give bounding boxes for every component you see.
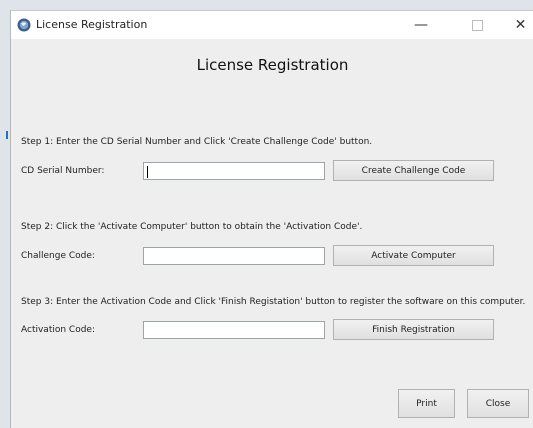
close-window-button[interactable]: ✕ [507, 11, 533, 39]
maximize-icon [471, 19, 483, 31]
window-edge-marker [6, 131, 8, 139]
activation-code-field[interactable] [143, 321, 325, 339]
license-registration-window: License Registration — ✕ License Registr… [10, 10, 533, 428]
step-1-instruction: Step 1: Enter the CD Serial Number and C… [21, 137, 373, 147]
create-challenge-code-button[interactable]: Create Challenge Code [333, 160, 494, 181]
minimize-button[interactable]: — [401, 11, 441, 39]
activation-code-label: Activation Code: [21, 325, 95, 335]
activate-computer-button[interactable]: Activate Computer [333, 245, 494, 266]
minimize-icon: — [414, 17, 428, 33]
globe-icon [17, 18, 31, 32]
text-caret [147, 166, 148, 178]
close-button[interactable]: Close [467, 389, 529, 418]
step-2-instruction: Step 2: Click the 'Activate Computer' bu… [21, 222, 363, 232]
cd-serial-number-field[interactable] [143, 162, 325, 180]
page-title: License Registration [196, 56, 349, 74]
maximize-button[interactable] [457, 11, 497, 39]
window-title: License Registration [36, 18, 148, 31]
challenge-code-label: Challenge Code: [21, 251, 95, 261]
finish-registration-button[interactable]: Finish Registration [333, 319, 494, 340]
step-3-instruction: Step 3: Enter the Activation Code and Cl… [21, 297, 526, 307]
print-button[interactable]: Print [398, 389, 455, 418]
title-bar[interactable]: License Registration — ✕ [11, 11, 533, 39]
close-icon: ✕ [514, 17, 527, 33]
challenge-code-field[interactable] [143, 247, 325, 265]
cd-serial-number-label: CD Serial Number: [21, 166, 105, 176]
